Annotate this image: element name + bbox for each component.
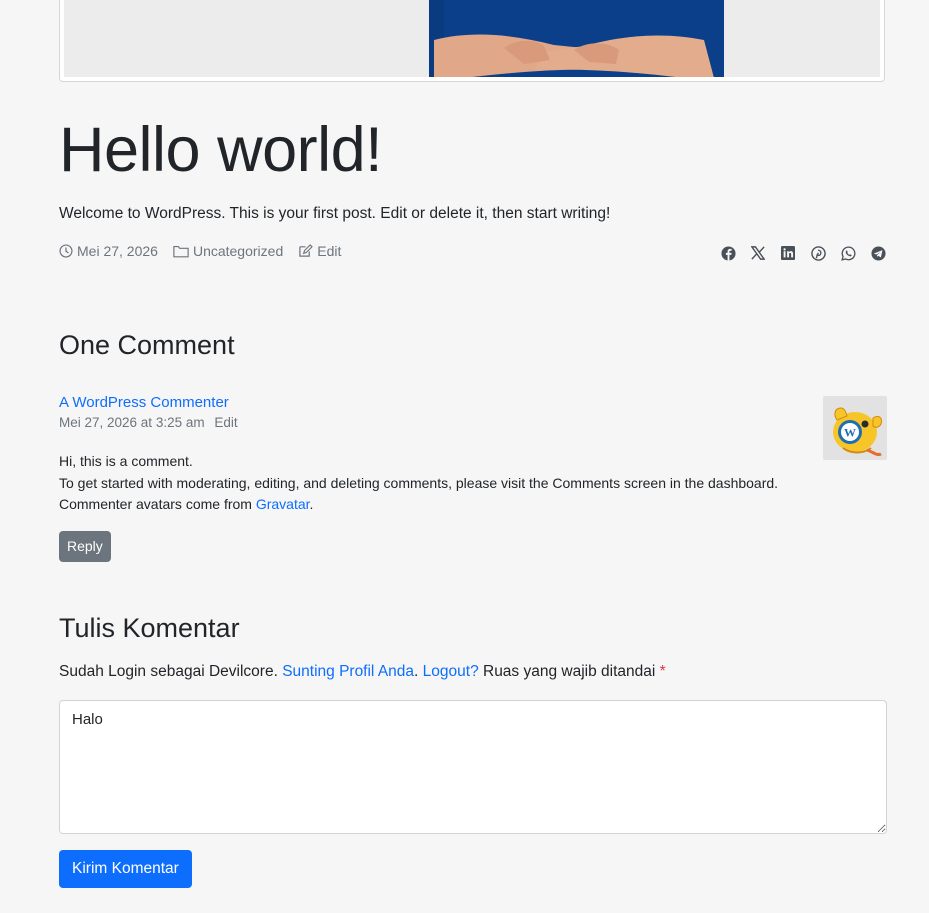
- comment-datetime[interactable]: Mei 27, 2026 at 3:25 am: [59, 415, 205, 430]
- featured-image: [59, 0, 885, 82]
- post-date-text: Mei 27, 2026: [77, 243, 158, 259]
- wapuu-avatar-icon: W: [833, 407, 882, 456]
- comments-title: One Comment: [59, 330, 235, 360]
- edit-profile-link[interactable]: Sunting Profil Anda: [282, 663, 414, 680]
- comment-edit-link[interactable]: Edit: [214, 415, 237, 430]
- edit-icon: [299, 244, 314, 257]
- submit-comment-button[interactable]: Kirim Komentar: [59, 850, 192, 888]
- logout-link[interactable]: Logout?: [423, 663, 479, 680]
- post-category[interactable]: Uncategorized: [173, 243, 283, 259]
- folder-icon: [173, 245, 189, 258]
- whatsapp-icon[interactable]: [839, 244, 857, 262]
- logged-in-text: Sudah Login sebagai Devilcore.: [59, 663, 283, 680]
- required-text: Ruas yang wajib ditandai: [478, 663, 660, 680]
- post-excerpt: Welcome to WordPress. This is your first…: [59, 205, 611, 222]
- avatar: W: [823, 396, 887, 460]
- post-date: Mei 27, 2026: [59, 243, 158, 259]
- comment-text: .: [309, 496, 314, 512]
- post-meta: Mei 27, 2026 Uncategorized Edit: [59, 243, 356, 259]
- svg-text:W: W: [844, 426, 856, 440]
- comment-line: Hi, this is a comment.: [59, 453, 193, 469]
- comment-line: To get started with moderating, editing,…: [59, 474, 779, 491]
- telegram-icon[interactable]: [869, 244, 887, 262]
- linkedin-icon[interactable]: [779, 244, 797, 262]
- pinterest-icon[interactable]: [809, 244, 827, 262]
- person-arms-crossed-image: [429, 0, 724, 77]
- logged-in-notice: Sudah Login sebagai Devilcore. Sunting P…: [59, 661, 666, 683]
- facebook-icon[interactable]: [719, 244, 737, 262]
- post-edit[interactable]: Edit: [298, 243, 341, 259]
- post-title: Hello world!: [59, 115, 383, 185]
- gravatar-link[interactable]: Gravatar: [256, 496, 310, 512]
- comment-meta: Mei 27, 2026 at 3:25 am Edit: [59, 414, 244, 432]
- category-link[interactable]: Uncategorized: [193, 243, 283, 259]
- required-mark: *: [659, 663, 666, 680]
- separator-text: .: [414, 663, 423, 680]
- comment-author-link[interactable]: A WordPress Commenter: [59, 393, 229, 413]
- clock-icon: [59, 244, 73, 258]
- x-icon[interactable]: [749, 244, 767, 262]
- comment-text: Commenter avatars come from: [59, 496, 256, 512]
- comment-line: Commenter avatars come from Gravatar.: [59, 494, 819, 516]
- edit-post-link[interactable]: Edit: [317, 243, 341, 259]
- share-buttons: [707, 244, 887, 262]
- reply-form-title: Tulis Komentar: [59, 613, 240, 643]
- comment-body: Hi, this is a comment. To get started wi…: [59, 451, 819, 516]
- reply-button[interactable]: Reply: [59, 531, 111, 562]
- comment-textarea[interactable]: Halo: [59, 700, 887, 834]
